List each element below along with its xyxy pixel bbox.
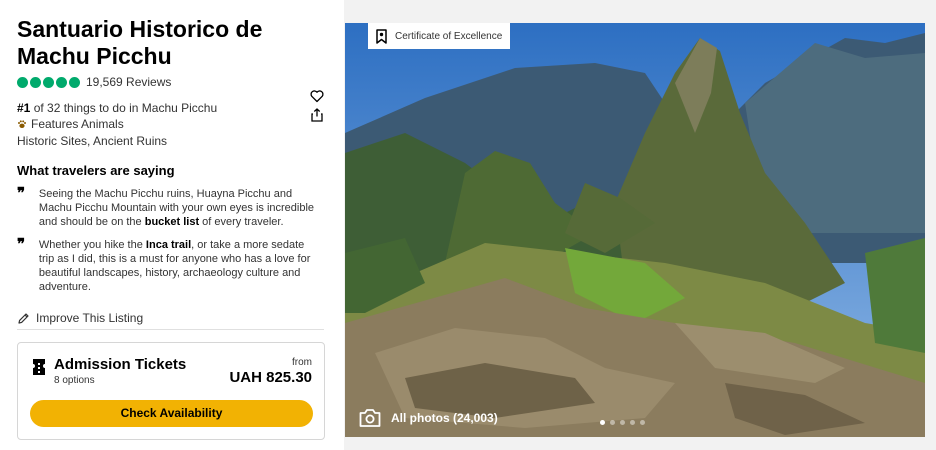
carousel-dot[interactable] [610, 420, 615, 425]
improve-label: Improve This Listing [36, 311, 144, 325]
pencil-icon [18, 312, 29, 324]
machu-picchu-photo [345, 23, 925, 437]
travelers-heading: What travelers are saying [17, 163, 175, 178]
award-icon [376, 28, 387, 44]
page: Santuario Historico de Machu Picchu 19,5… [0, 0, 936, 450]
all-photos-link[interactable]: All photos (24,003) [359, 409, 498, 427]
action-icons [310, 89, 324, 122]
price-from-label: from [292, 357, 312, 368]
traveler-quote: ❞ Whether you hike the Inca trail, or ta… [17, 236, 317, 294]
carousel-dot[interactable] [600, 420, 605, 425]
carousel-dots [600, 420, 645, 425]
reviews-link[interactable]: 19,569 Reviews [86, 75, 171, 89]
quote-highlight[interactable]: bucket list [145, 216, 199, 228]
feature-label: Features Animals [31, 117, 124, 131]
rank-label: of 32 things to do in Machu Picchu [30, 101, 218, 115]
quote-highlight[interactable]: Inca trail [146, 239, 191, 251]
carousel-dot[interactable] [630, 420, 635, 425]
hero-photo[interactable]: Certificate of Excellence All photos (24… [345, 23, 925, 437]
paw-icon [18, 120, 26, 128]
quote-icon: ❞ [17, 185, 26, 202]
rating-bubble [17, 76, 28, 88]
quote-icon: ❞ [17, 236, 26, 253]
rating-bubble [56, 76, 67, 88]
traveler-quote: ❞ Seeing the Machu Picchu ruins, Huayna … [17, 185, 317, 229]
features-animals: Features Animals [17, 117, 124, 131]
tickets-title: Admission Tickets [54, 356, 187, 373]
all-photos-label: All photos (24,003) [391, 411, 498, 425]
divider [17, 329, 324, 330]
rating-row[interactable]: 19,569 Reviews [17, 75, 171, 89]
share-icon[interactable] [310, 108, 324, 122]
attraction-title: Santuario Historico de Machu Picchu [17, 16, 263, 69]
price-value: UAH 825.30 [229, 369, 312, 386]
certificate-badge: Certificate of Excellence [368, 23, 511, 49]
rank-text[interactable]: #1 of 32 things to do in Machu Picchu [17, 101, 217, 115]
camera-icon [359, 409, 381, 427]
heart-icon[interactable] [310, 89, 324, 103]
rating-bubble [69, 76, 80, 88]
rating-bubble [43, 76, 54, 88]
admission-tickets-card[interactable]: Admission Tickets 8 options from UAH 825… [17, 342, 325, 440]
certificate-label: Certificate of Excellence [395, 30, 503, 42]
tickets-options: 8 options [54, 375, 95, 386]
improve-listing-link[interactable]: Improve This Listing [17, 311, 143, 325]
quote-text: Seeing the Machu Picchu ruins, Huayna Pi… [38, 188, 315, 228]
rank-number: #1 [17, 101, 31, 115]
carousel-dot[interactable] [620, 420, 625, 425]
ticket-icon [33, 359, 45, 375]
categories[interactable]: Historic Sites, Ancient Ruins [17, 134, 167, 148]
rating-bubble [30, 76, 41, 88]
info-panel: Santuario Historico de Machu Picchu 19,5… [0, 0, 344, 450]
rating-bubbles [17, 76, 80, 88]
check-availability-button[interactable]: Check Availability [30, 400, 313, 427]
carousel-dot[interactable] [640, 420, 645, 425]
quote-text: Whether you hike the Inca trail, or take… [38, 239, 311, 293]
